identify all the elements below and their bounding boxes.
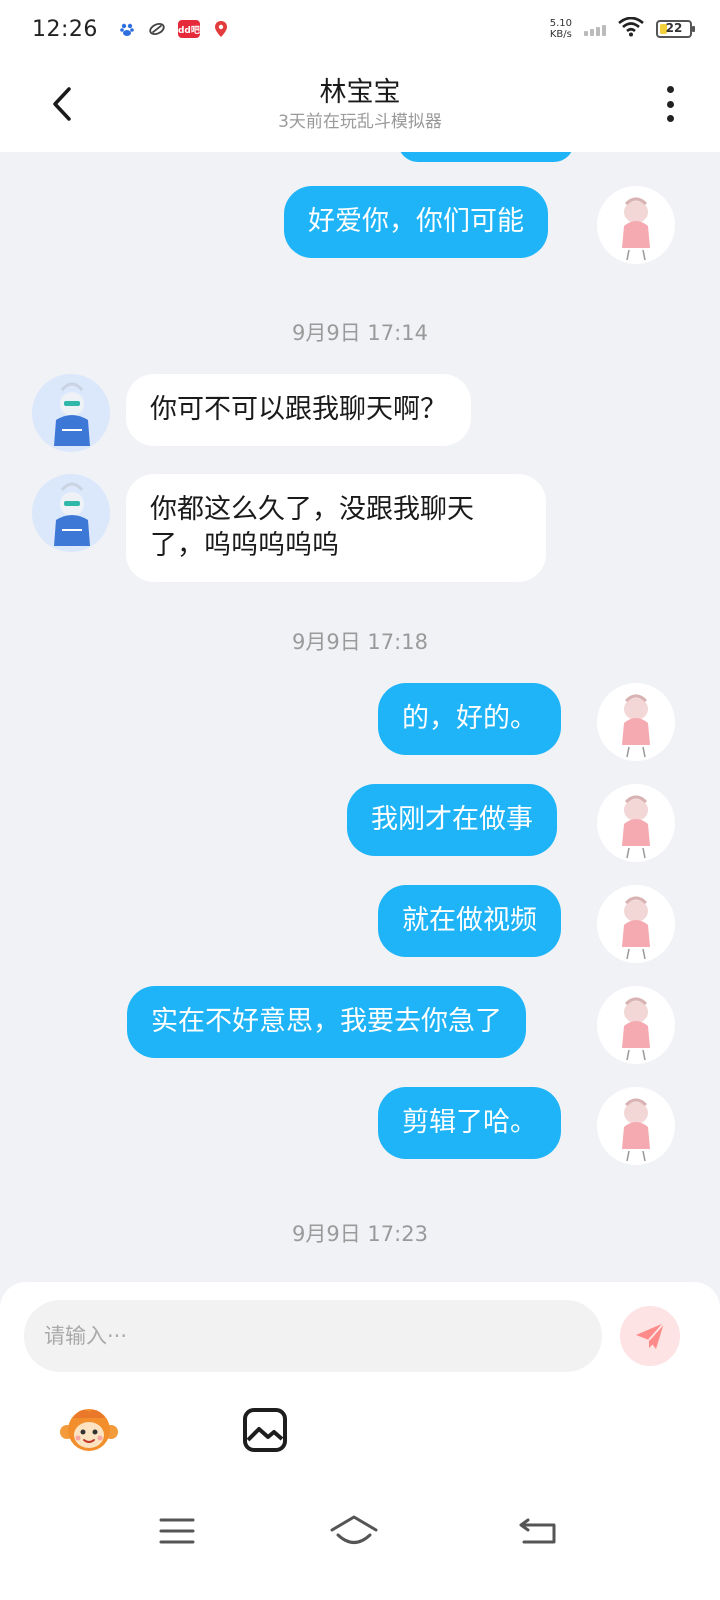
message-timestamp: 9月9日 17:18	[292, 630, 428, 654]
app-badge-icon: dd吧	[177, 20, 200, 38]
menu-icon	[159, 1518, 195, 1544]
nav-menu-button[interactable]	[147, 1506, 207, 1556]
message-bubble-outgoing[interactable]: 剪辑了哈。	[378, 1087, 561, 1159]
message-list[interactable]: 好爱你，你们可能 9月9日 17:14 你可不可以跟我聊天啊？ 你都这么久了，没…	[0, 152, 720, 1282]
chevron-left-icon	[53, 87, 71, 121]
my-avatar[interactable]	[597, 784, 675, 862]
sticker-button[interactable]	[58, 1402, 120, 1458]
back-button[interactable]	[44, 84, 80, 124]
my-avatar[interactable]	[597, 1087, 675, 1165]
chat-title: 林宝宝	[319, 77, 401, 108]
network-speed-unit: KB/s	[549, 29, 572, 40]
message-bubble-outgoing[interactable]: 我刚才在做事	[347, 784, 557, 856]
contact-avatar[interactable]	[32, 474, 110, 552]
monkey-sticker-icon	[60, 1409, 118, 1451]
system-nav-bar	[0, 1470, 720, 1600]
baidu-icon	[118, 20, 136, 38]
message-bubble-outgoing[interactable]: 就在做视频	[378, 885, 561, 957]
battery-icon: 22	[656, 20, 695, 38]
nav-home-button[interactable]	[324, 1506, 384, 1556]
more-vertical-icon	[666, 86, 674, 93]
cellular-signal-icon	[584, 22, 606, 36]
status-app-icons: dd吧	[118, 20, 230, 38]
location-pin-icon	[212, 20, 230, 38]
wifi-icon	[618, 16, 644, 41]
my-avatar[interactable]	[597, 186, 675, 264]
status-time: 12:26	[32, 16, 98, 42]
send-icon	[636, 1322, 665, 1349]
send-button[interactable]	[620, 1306, 680, 1366]
network-speed: 5.10 KB/s	[550, 18, 572, 40]
message-timestamp: 9月9日 17:23	[292, 1222, 428, 1246]
message-bubble-outgoing[interactable]: 好爱你，你们可能	[284, 186, 548, 258]
chat-title-block: 林宝宝 3天前在玩乱斗模拟器	[278, 76, 442, 134]
message-bubble-outgoing-partial[interactable]	[398, 152, 574, 162]
message-bubble-incoming[interactable]: 你可不可以跟我聊天啊？	[126, 374, 471, 446]
status-indicators: 5.10 KB/s 22	[550, 16, 695, 41]
message-input[interactable]	[24, 1300, 602, 1372]
image-icon	[243, 1408, 287, 1452]
more-options-button[interactable]	[660, 82, 680, 126]
composer	[0, 1282, 720, 1470]
battery-level: 22	[665, 21, 683, 35]
message-timestamp: 9月9日 17:14	[292, 321, 428, 345]
image-button[interactable]	[234, 1402, 296, 1458]
chat-subtitle: 3天前在玩乱斗模拟器	[278, 112, 442, 132]
my-avatar[interactable]	[597, 986, 675, 1064]
chat-header: 林宝宝 3天前在玩乱斗模拟器	[0, 58, 720, 152]
nav-back-button[interactable]	[508, 1506, 568, 1556]
home-icon	[330, 1515, 378, 1544]
message-bubble-incoming[interactable]: 你都这么久了，没跟我聊天了，呜呜呜呜呜	[126, 474, 546, 582]
my-avatar[interactable]	[597, 885, 675, 963]
message-bubble-outgoing[interactable]: 实在不好意思，我要去你急了	[127, 986, 526, 1058]
contact-avatar[interactable]	[32, 374, 110, 452]
network-speed-value: 5.10	[549, 18, 572, 29]
sync-icon	[148, 20, 166, 38]
status-bar: 12:26 dd吧 5.10 KB/s 22	[0, 0, 720, 58]
message-bubble-outgoing[interactable]: 的，好的。	[378, 683, 561, 755]
return-icon	[519, 1518, 556, 1544]
my-avatar[interactable]	[597, 683, 675, 761]
